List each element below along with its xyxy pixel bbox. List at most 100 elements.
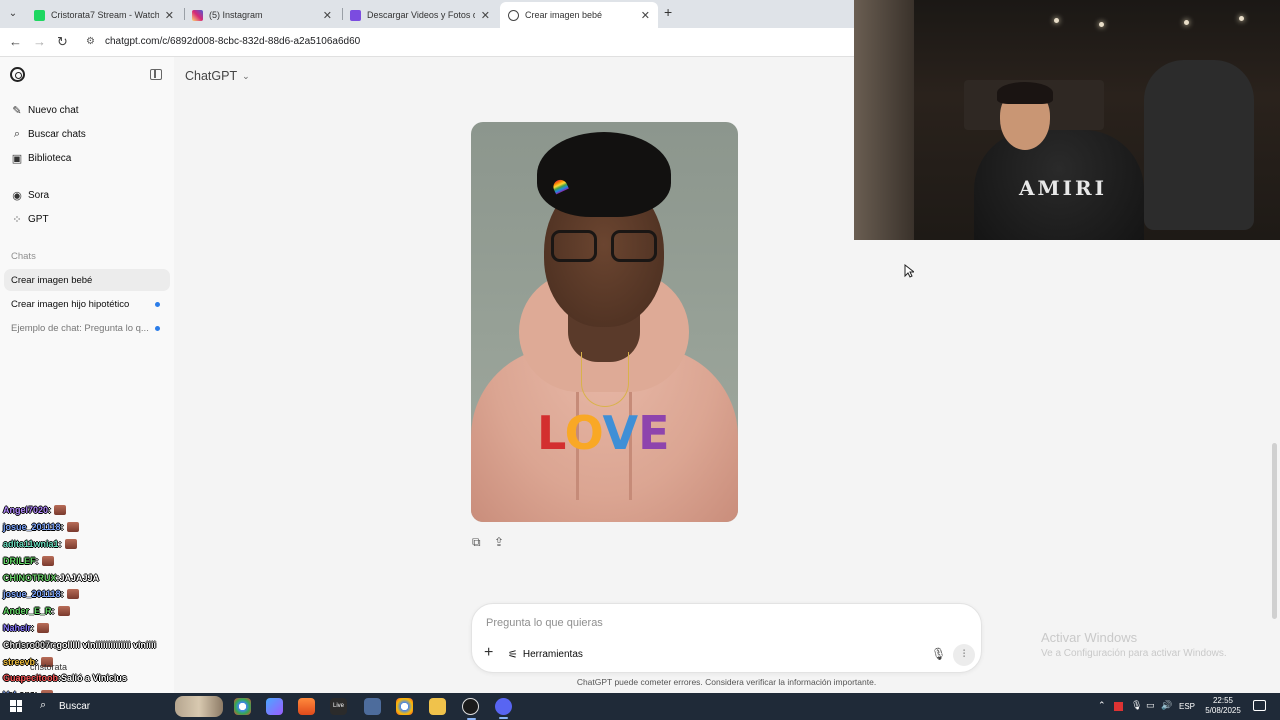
live-app-icon[interactable]: Live bbox=[330, 698, 347, 715]
chrome-app-icon[interactable] bbox=[234, 698, 251, 715]
search-icon[interactable]: ⌕ bbox=[40, 699, 46, 712]
notepad-app-icon[interactable] bbox=[364, 698, 381, 715]
chat-username: Nahelr bbox=[3, 622, 32, 633]
watermark-line1: Activar Windows bbox=[1041, 630, 1138, 645]
webcam-overlay: AMIRI bbox=[854, 0, 1280, 240]
openai-logo-icon[interactable] bbox=[10, 67, 25, 82]
glasses-shape bbox=[551, 230, 657, 264]
close-tab-icon[interactable]: ✕ bbox=[323, 9, 332, 22]
notification-center-icon[interactable] bbox=[1253, 700, 1266, 711]
chat-message: golllll viniiiiiiiiiiiiii viniiii bbox=[56, 639, 157, 650]
emote-icon bbox=[41, 555, 54, 566]
volume-tray-icon[interactable]: 🔊 bbox=[1161, 700, 1172, 711]
tools-button[interactable]: ⚟ Herramientas bbox=[508, 648, 583, 661]
generated-image[interactable]: LOVE bbox=[471, 122, 738, 522]
chat-item-crear-imagen-hijo[interactable]: Crear imagen hijo hipotético bbox=[4, 293, 170, 315]
chat-username: adita11wnia1 bbox=[3, 538, 59, 549]
collapse-sidebar-icon[interactable] bbox=[150, 69, 162, 80]
tab-title: Cristorata7 Stream - Watch Live bbox=[51, 10, 159, 20]
instagram-favicon-icon bbox=[192, 9, 203, 21]
microphone-icon[interactable]: 🎙 bbox=[931, 647, 946, 661]
record-tray-icon[interactable] bbox=[1114, 702, 1123, 711]
orange-app-icon[interactable] bbox=[298, 698, 315, 715]
chat-message: JAJAJJA bbox=[59, 572, 100, 583]
taskbar-search[interactable]: Buscar bbox=[59, 701, 90, 712]
sidebar-item-sora[interactable]: ◉ Sora bbox=[4, 184, 170, 206]
sidebar-item-label: Sora bbox=[28, 189, 50, 201]
kick-favicon-icon bbox=[34, 9, 45, 21]
mic-tray-icon[interactable]: 🎙 bbox=[1131, 700, 1142, 711]
tab-instagram[interactable]: (5) Instagram ✕ bbox=[184, 2, 340, 28]
tab-kick[interactable]: Cristorata7 Stream - Watch Live ✕ bbox=[26, 2, 182, 28]
obs-app-icon[interactable] bbox=[462, 698, 479, 720]
tab-chatgpt[interactable]: Crear imagen bebé ✕ bbox=[500, 2, 658, 28]
taskbar-widget-image[interactable] bbox=[175, 696, 223, 717]
sliders-icon: ⚟ bbox=[508, 649, 518, 661]
chatgpt-favicon-icon bbox=[508, 9, 519, 21]
chat-username: Angel7020 bbox=[3, 505, 49, 516]
windows-activation-watermark: Activar Windows Ve a Configuración para … bbox=[1041, 630, 1227, 659]
voice-mode-icon[interactable]: ⫶ bbox=[953, 644, 975, 666]
stream-chat-line: Ander_E_R : bbox=[3, 603, 173, 620]
chat-username: Guapecitoob bbox=[3, 673, 59, 684]
chat-item-label: Ejemplo de chat: Pregunta lo q... bbox=[11, 322, 149, 334]
chat-item-ejemplo[interactable]: Ejemplo de chat: Pregunta lo q... bbox=[4, 317, 170, 339]
windows-start-icon[interactable] bbox=[10, 700, 22, 712]
chat-item-label: Crear imagen bebé bbox=[11, 274, 93, 286]
sidebar-item-label: Buscar chats bbox=[28, 128, 86, 140]
share-icon[interactable]: ⇪ bbox=[494, 535, 504, 549]
chat-username: Chrisro007r bbox=[3, 639, 54, 650]
new-tab-plus-icon[interactable]: + bbox=[664, 4, 672, 20]
tab-download-insta[interactable]: Descargar Videos y Fotos de Ins ✕ bbox=[342, 2, 498, 28]
scrollbar[interactable] bbox=[1272, 443, 1277, 619]
watermark-line2: Ve a Configuración para activar Windows. bbox=[1041, 648, 1227, 659]
composer-input[interactable]: Pregunta lo que quieras bbox=[486, 617, 603, 629]
copy-icon[interactable]: ⧉ bbox=[472, 535, 481, 550]
tab-title: Descargar Videos y Fotos de Ins bbox=[367, 10, 475, 20]
gaming-chair-shape bbox=[1144, 60, 1254, 230]
chat-item-crear-imagen-bebe[interactable]: Crear imagen bebé bbox=[4, 269, 170, 291]
stream-name-label: cristorata bbox=[30, 662, 68, 672]
file-explorer-icon[interactable] bbox=[429, 698, 446, 715]
mouse-cursor-icon bbox=[904, 264, 914, 278]
language-indicator[interactable]: ESP bbox=[1179, 702, 1195, 711]
discord-app-icon[interactable] bbox=[495, 698, 512, 719]
model-selector[interactable]: ChatGPT ⌄ bbox=[185, 69, 250, 83]
chat-message: Salió a Vinicius bbox=[61, 673, 127, 684]
chat-username: Ander_E_R bbox=[3, 606, 52, 617]
chat-item-label: Crear imagen hijo hipotético bbox=[11, 298, 130, 310]
taskbar-clock[interactable]: 22:55 5/08/2025 bbox=[1203, 696, 1243, 716]
address-bar[interactable]: chatgpt.com/c/6892d008-8cbc-832d-88d6-a2… bbox=[105, 36, 360, 47]
reload-icon[interactable]: ↻ bbox=[57, 34, 68, 50]
sidebar-item-gpt[interactable]: ⁘ GPT bbox=[4, 208, 170, 230]
close-tab-icon[interactable]: ✕ bbox=[481, 9, 490, 22]
library-icon: ▣ bbox=[11, 152, 23, 165]
emote-icon bbox=[54, 505, 67, 516]
sidebar-item-new-chat[interactable]: ✎ Nuevo chat bbox=[4, 99, 170, 121]
sidebar-item-library[interactable]: ▣ Biblioteca bbox=[4, 147, 170, 169]
search-icon: ⌕ bbox=[13, 127, 21, 140]
sora-icon: ◉ bbox=[12, 189, 22, 202]
sidebar-item-search-chats[interactable]: ⌕ Buscar chats bbox=[4, 123, 170, 145]
forward-arrow-icon[interactable]: → bbox=[33, 34, 46, 49]
hair-shape bbox=[537, 132, 671, 217]
add-attachment-icon[interactable]: + bbox=[484, 644, 493, 662]
chat-username: josue_201118 bbox=[3, 522, 61, 533]
edit-icon: ✎ bbox=[12, 104, 22, 117]
stream-chat-line: streevb : bbox=[3, 653, 173, 670]
site-info-icon[interactable]: ⚙ bbox=[86, 36, 95, 47]
chrome-app-icon-2[interactable] bbox=[396, 698, 413, 715]
tray-chevron-up-icon[interactable]: ⌃ bbox=[1098, 700, 1106, 711]
close-tab-icon[interactable]: ✕ bbox=[641, 9, 650, 22]
sidebar-item-label: Nuevo chat bbox=[28, 104, 79, 116]
download-site-favicon-icon bbox=[350, 9, 361, 21]
chevron-down-icon: ⌄ bbox=[242, 70, 250, 81]
back-arrow-icon[interactable]: ← bbox=[9, 34, 22, 49]
copilot-app-icon[interactable] bbox=[266, 698, 283, 715]
tab-search-chevron-icon[interactable]: ⌄ bbox=[5, 6, 21, 22]
close-tab-icon[interactable]: ✕ bbox=[165, 9, 174, 22]
tab-title: (5) Instagram bbox=[209, 10, 263, 20]
necklace-shape bbox=[581, 352, 629, 407]
sidebar-item-label: GPT bbox=[28, 213, 49, 225]
network-tray-icon[interactable]: ▭ bbox=[1146, 700, 1155, 711]
